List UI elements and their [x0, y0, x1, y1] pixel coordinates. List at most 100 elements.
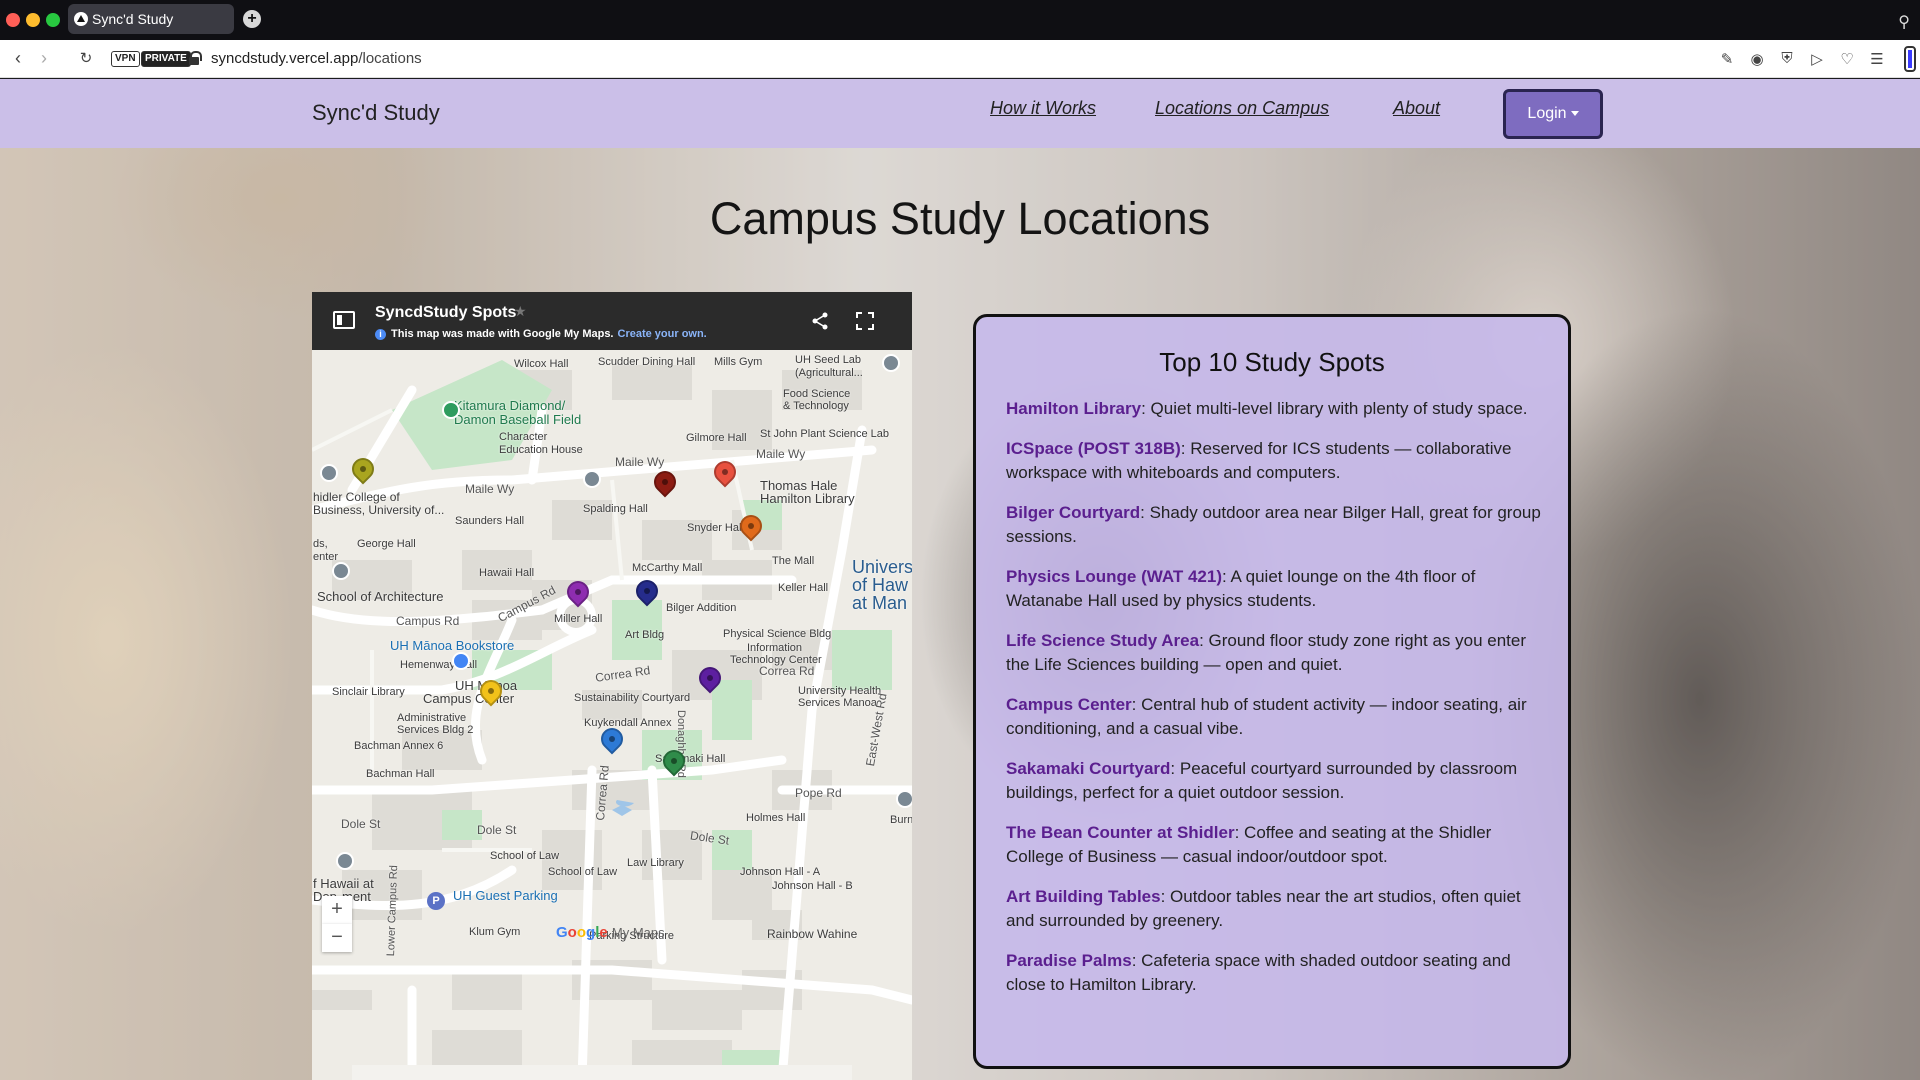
heart-icon[interactable]: ♡ — [1837, 50, 1857, 68]
map-label: Rainbow Wahine — [767, 927, 858, 941]
sidebar-toggle-icon[interactable] — [1904, 46, 1916, 72]
map-label: Bilger Addition — [666, 602, 737, 614]
map-label: The Mall — [772, 555, 815, 567]
login-label: Login — [1527, 105, 1567, 122]
embedded-map[interactable]: SyncdStudy Spots ★ i This map was made w… — [312, 292, 912, 1080]
map-title: SyncdStudy Spots — [375, 304, 517, 321]
map-label: ds, — [313, 538, 328, 550]
map-label: & Technology — [783, 400, 849, 412]
url-field[interactable]: syncdstudy.vercel.app/locations — [211, 50, 422, 67]
map-label: Education House — [499, 444, 583, 456]
spot-list-item: Life Science Study Area: Ground floor st… — [1006, 629, 1546, 677]
map-label: George Hall — [357, 538, 416, 550]
spot-name: Life Science Study Area — [1006, 631, 1200, 650]
star-icon[interactable]: ★ — [514, 303, 527, 320]
nav-link-how-it-works[interactable]: How it Works — [990, 98, 1096, 119]
map-poi-school-icon[interactable] — [896, 790, 912, 808]
map-poi-school-icon[interactable] — [336, 852, 354, 870]
map-label: Wilcox Hall — [514, 358, 569, 370]
map-poi-school-icon[interactable] — [332, 562, 350, 580]
map-canvas[interactable]: Wilcox Hall Scudder Dining Hall Mills Gy… — [312, 350, 912, 1080]
spot-name: Hamilton Library — [1006, 399, 1142, 418]
spot-description: : Quiet multi-level library with plenty … — [1141, 399, 1528, 418]
map-label: Dole St — [477, 823, 517, 837]
url-host: syncdstudy.vercel.app — [211, 50, 359, 67]
tab-title: Sync'd Study — [92, 11, 174, 27]
map-poi-park-icon[interactable] — [442, 401, 460, 419]
nav-link-about[interactable]: About — [1393, 98, 1440, 119]
zoom-in-button[interactable]: + — [322, 896, 352, 924]
close-window-button[interactable] — [6, 13, 20, 27]
address-bar: ‹ › ↻ VPN PRIVATE syncdstudy.vercel.app/… — [0, 40, 1920, 78]
new-tab-button[interactable]: + — [243, 10, 261, 28]
map-label: Dole St — [341, 817, 381, 831]
map-label: Services Bldg 2 — [397, 724, 474, 736]
edit-icon[interactable]: ✎ — [1717, 50, 1737, 68]
spot-name: The Bean Counter at Shidler — [1006, 823, 1235, 842]
map-label: Johnson Hall - A — [740, 866, 821, 878]
map-label: Maile Wy — [756, 447, 806, 461]
top-spots-list: Hamilton Library: Quiet multi-level libr… — [1006, 397, 1546, 1013]
spot-list-item: Bilger Courtyard: Shady outdoor area nea… — [1006, 501, 1546, 549]
lock-icon[interactable] — [189, 51, 202, 65]
map-label: hidler College of — [313, 490, 400, 504]
info-icon: i — [375, 329, 386, 340]
zoom-out-button[interactable]: − — [322, 924, 352, 952]
spot-list-item: Physics Lounge (WAT 421): A quiet lounge… — [1006, 565, 1546, 613]
vpn-badge[interactable]: VPN — [111, 51, 140, 67]
spot-list-item: The Bean Counter at Shidler: Coffee and … — [1006, 821, 1546, 869]
fullscreen-icon[interactable] — [855, 311, 875, 331]
back-icon[interactable]: ‹ — [8, 48, 28, 69]
map-label: University Health — [798, 685, 882, 697]
map-label: (Agricultural... — [795, 367, 863, 379]
map-label: Kitamura Diamond/ — [454, 398, 566, 413]
map-poi-school-icon[interactable] — [882, 354, 900, 372]
create-your-own-link[interactable]: Create your own. — [618, 328, 707, 340]
forward-icon[interactable]: › — [34, 48, 54, 69]
spot-name: ICSpace (POST 318B) — [1006, 439, 1181, 458]
map-label: Campus Rd — [396, 614, 460, 628]
map-label: enter — [313, 551, 339, 563]
map-label: Character — [499, 431, 548, 443]
map-label: Damon Baseball Field — [454, 412, 582, 427]
minimize-window-button[interactable] — [26, 13, 40, 27]
map-poi-school-icon[interactable] — [583, 470, 601, 488]
spot-name: Physics Lounge (WAT 421) — [1006, 567, 1223, 586]
browser-tab[interactable]: Sync'd Study — [68, 4, 234, 34]
site-brand[interactable]: Sync'd Study — [312, 100, 440, 126]
map-header: SyncdStudy Spots ★ i This map was made w… — [312, 292, 912, 350]
menu-icon[interactable]: ☰ — [1867, 50, 1887, 68]
spot-list-item: ICSpace (POST 318B): Reserved for ICS st… — [1006, 437, 1546, 485]
map-poi-shop-icon[interactable] — [452, 652, 470, 670]
maximize-window-button[interactable] — [46, 13, 60, 27]
top-spots-card: Top 10 Study Spots Hamilton Library: Qui… — [973, 314, 1571, 1069]
map-label: Bachman Hall — [366, 768, 435, 780]
map-label: Correa Rd — [759, 664, 815, 678]
spot-list-item: Paradise Palms: Cafeteria space with sha… — [1006, 949, 1546, 997]
nav-link-locations[interactable]: Locations on Campus — [1155, 98, 1329, 119]
map-label: Bachman Annex 6 — [354, 740, 444, 752]
map-label: Gilmore Hall — [686, 432, 747, 444]
map-label: Johnson Hall - B — [772, 880, 853, 892]
map-legend-toggle-icon[interactable] — [333, 311, 355, 329]
spot-list-item: Campus Center: Central hub of student ac… — [1006, 693, 1546, 741]
map-label: School of Law — [548, 866, 618, 878]
map-label: Spalding Hall — [583, 503, 648, 515]
map-label: Sinclair Library — [332, 686, 405, 698]
map-poi-school-icon[interactable] — [320, 464, 338, 482]
send-icon[interactable]: ▷ — [1807, 50, 1827, 68]
share-icon[interactable] — [810, 311, 830, 331]
camera-icon[interactable]: ◉ — [1747, 50, 1767, 68]
parking-icon[interactable]: P — [427, 892, 445, 910]
search-icon[interactable]: ⚲ — [1898, 12, 1910, 32]
login-button[interactable]: Login — [1503, 89, 1603, 139]
map-label: Hamilton Library — [760, 491, 855, 506]
map-label: Administrative — [397, 712, 467, 724]
map-label: Klum Gym — [469, 926, 521, 938]
page: Sync'd Study How it Works Locations on C… — [0, 79, 1920, 1080]
reload-icon[interactable]: ↻ — [76, 49, 96, 67]
map-label: School of Law — [490, 850, 560, 862]
map-label: Saunders Hall — [455, 515, 525, 527]
map-label: Burn — [890, 814, 912, 826]
shield-icon[interactable]: ⛨ — [1777, 50, 1797, 67]
